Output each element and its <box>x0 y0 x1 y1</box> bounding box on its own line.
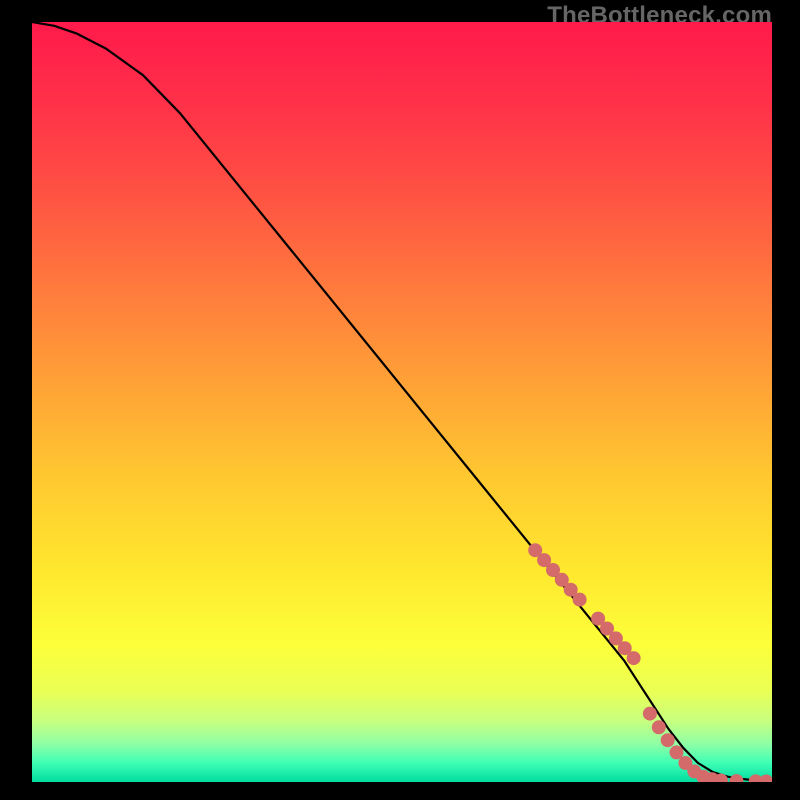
chart-stage: TheBottleneck.com <box>0 0 800 800</box>
bottleneck-chart <box>32 22 772 782</box>
plot-background <box>32 22 772 782</box>
highlight-point <box>661 733 675 747</box>
highlight-point <box>573 593 587 607</box>
highlight-point <box>627 651 641 665</box>
highlight-point <box>643 707 657 721</box>
highlight-point <box>652 720 666 734</box>
